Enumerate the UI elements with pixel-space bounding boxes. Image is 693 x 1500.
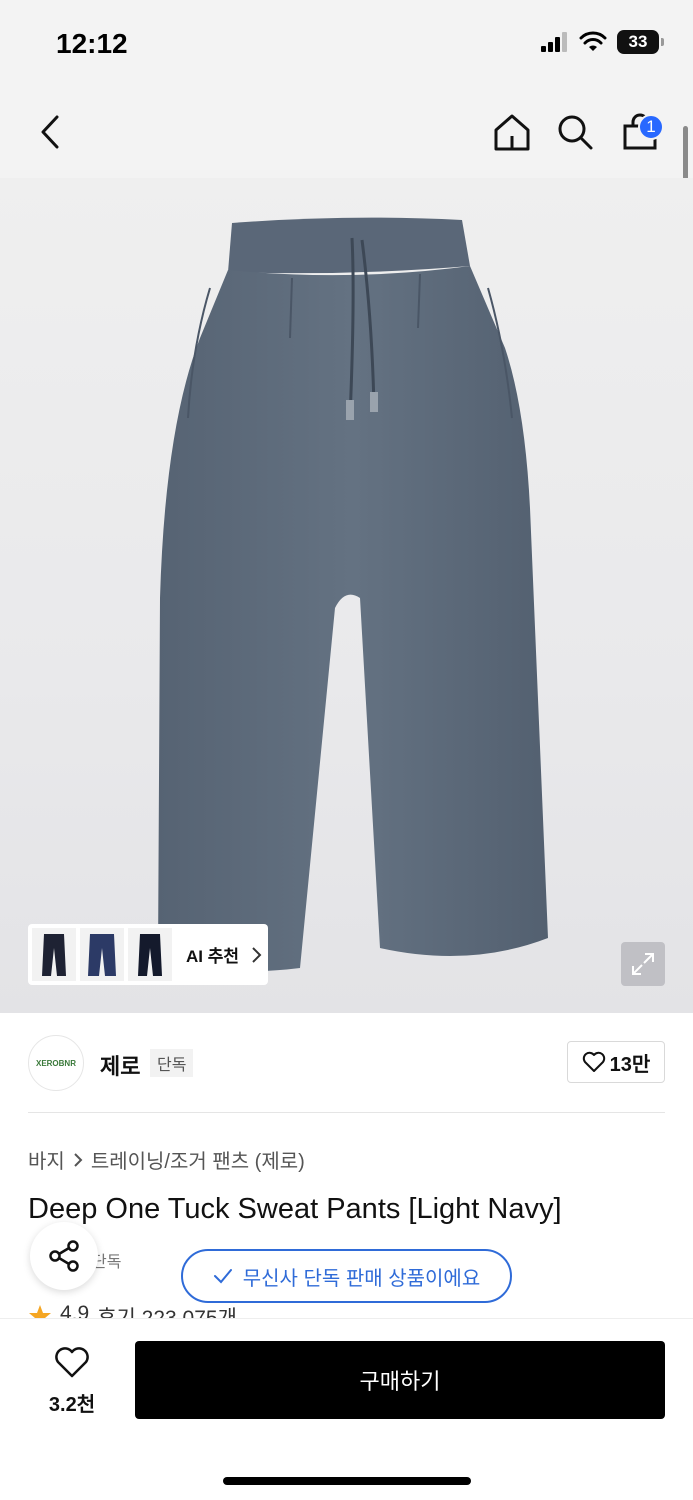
status-icons: 33 (541, 30, 664, 54)
exclusive-notice-text: 무신사 단독 판매 상품이에요 (242, 1267, 481, 1290)
battery-indicator: 33 (617, 30, 664, 54)
home-indicator (223, 1477, 471, 1485)
home-icon (494, 114, 530, 151)
exclusive-notice-pill[interactable]: 무신사 단독 판매 상품이에요 (181, 1249, 512, 1303)
expand-icon (632, 953, 654, 975)
check-icon (213, 1269, 232, 1284)
wishlist-count: 3.2천 (48, 1394, 96, 1416)
back-button[interactable] (26, 108, 74, 156)
product-image[interactable] (0, 178, 693, 1013)
cart-button[interactable]: 1 (616, 108, 664, 156)
cart-badge: 1 (638, 114, 664, 140)
pants-thumb-icon (88, 933, 116, 976)
wifi-icon (579, 31, 607, 51)
share-button[interactable] (30, 1222, 98, 1290)
recommend-thumb-3[interactable] (128, 928, 172, 981)
breadcrumb: 바지 트레이닝/조거 팬츠 (제로) (28, 1145, 305, 1174)
chevron-right-icon (252, 946, 262, 963)
breadcrumb-item-category[interactable]: 트레이닝/조거 팬츠 (제로) (91, 1145, 305, 1174)
status-bar: 12:12 33 (0, 0, 693, 88)
brand-exclusive-tag: 단독 (150, 1049, 194, 1077)
brand-name[interactable]: 제로 (100, 1049, 140, 1081)
brand-row: XEROBNR 제로 단독 13만 (28, 1035, 665, 1093)
home-button[interactable] (488, 108, 536, 156)
heart-icon (55, 1347, 89, 1378)
breadcrumb-item-pants[interactable]: 바지 (28, 1145, 65, 1174)
brand-like-button[interactable]: 13만 (567, 1041, 665, 1083)
product-title: Deep One Tuck Sweat Pants [Light Navy] (28, 1193, 562, 1225)
brand-logo[interactable]: XEROBNR (28, 1035, 84, 1091)
chevron-left-icon (41, 115, 59, 149)
wishlist-button[interactable]: 3.2천 (40, 1347, 104, 1417)
top-nav: 1 (0, 88, 693, 178)
buy-button[interactable]: 구매하기 (135, 1341, 665, 1419)
ai-recommend-label: AI 추천 (186, 947, 240, 966)
ai-recommend-chip[interactable]: AI 추천 (28, 924, 268, 985)
expand-image-button[interactable] (621, 942, 665, 986)
search-icon (558, 115, 593, 150)
status-time: 12:12 (56, 28, 128, 59)
recommend-thumb-2[interactable] (80, 928, 124, 981)
pants-illustration (158, 217, 548, 972)
brand-like-count: 13만 (609, 1053, 651, 1076)
divider (28, 1112, 665, 1113)
recommend-thumb-1[interactable] (32, 928, 76, 981)
signal-icon (541, 32, 567, 52)
share-icon (49, 1240, 79, 1272)
search-button[interactable] (551, 108, 599, 156)
chevron-right-icon (74, 1152, 83, 1167)
pants-thumb-icon (138, 933, 162, 976)
pants-thumb-icon (42, 933, 66, 976)
heart-icon (582, 1051, 605, 1072)
bottom-action-bar: 3.2천 구매하기 (0, 1318, 693, 1500)
